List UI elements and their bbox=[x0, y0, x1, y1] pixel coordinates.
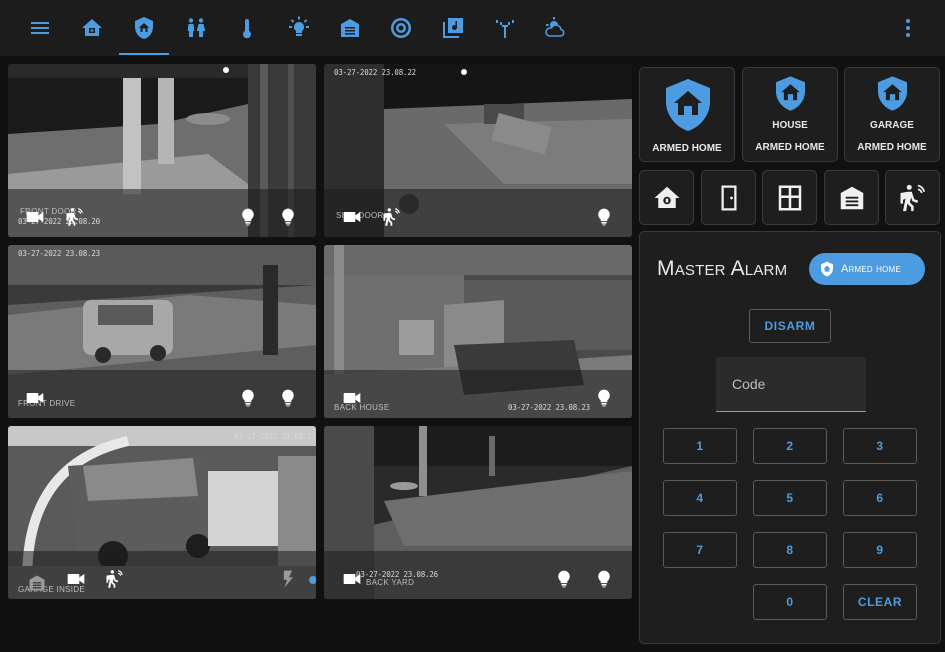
home-alert-icon bbox=[654, 186, 679, 208]
video-camera-icon[interactable] bbox=[25, 388, 45, 408]
lightbulb-icon[interactable] bbox=[284, 12, 314, 44]
garage-button[interactable] bbox=[824, 170, 879, 225]
mode-card-house[interactable]: HOUSE ARMED HOME bbox=[742, 67, 838, 162]
lightbulb-icon[interactable] bbox=[238, 207, 258, 227]
video-camera-icon[interactable] bbox=[342, 388, 362, 408]
motion-sensor-icon bbox=[900, 184, 925, 211]
video-camera-icon[interactable] bbox=[66, 569, 86, 589]
mode-state-label: ARMED HOME bbox=[857, 142, 927, 153]
video-camera-icon[interactable] bbox=[25, 207, 45, 227]
lightbulb-icon[interactable] bbox=[238, 388, 258, 408]
mode-card-armed-home[interactable]: ARMED HOME bbox=[639, 67, 735, 162]
camera-timestamp: 03-27-2022 23.08.23 bbox=[18, 249, 100, 258]
shield-home-icon bbox=[666, 79, 710, 131]
motion-sensor-icon[interactable] bbox=[104, 569, 124, 589]
home-alert-button[interactable] bbox=[639, 170, 694, 225]
alarm-state-text: Armed home bbox=[841, 263, 901, 275]
door-icon bbox=[721, 185, 736, 210]
camera-overlay bbox=[8, 370, 316, 418]
disarm-button[interactable]: DISARM bbox=[749, 309, 831, 343]
mode-title-label: HOUSE bbox=[772, 120, 808, 131]
motion-sensor-icon[interactable] bbox=[381, 207, 401, 227]
camera-timestamp: 03-27-2022 23.08.23 bbox=[508, 403, 590, 412]
alarm-state-badge[interactable]: Armed home bbox=[809, 253, 925, 285]
lightbulb-icon[interactable] bbox=[278, 207, 298, 227]
motion-sensor-icon[interactable] bbox=[64, 207, 84, 227]
shield-home-icon[interactable] bbox=[129, 12, 159, 44]
alarm-panel: Master Alarm Armed home DISARM 1 2 3 4 5… bbox=[639, 231, 941, 644]
keypad-8-button[interactable]: 8 bbox=[753, 532, 827, 568]
keypad-5-button[interactable]: 5 bbox=[753, 480, 827, 516]
home-lock-icon[interactable] bbox=[77, 12, 107, 44]
mode-state-label: ARMED HOME bbox=[755, 142, 825, 153]
top-toolbar bbox=[0, 0, 945, 56]
mode-card-garage[interactable]: GARAGE ARMED HOME bbox=[844, 67, 940, 162]
keypad-1-button[interactable]: 1 bbox=[663, 428, 737, 464]
camera-garage-inside[interactable]: 03-27-2022 23.08.21 GARAGE INSIDE bbox=[8, 426, 316, 599]
camera-name: BACK YARD bbox=[366, 578, 415, 587]
music-library-icon[interactable] bbox=[438, 12, 468, 44]
lightbulb-icon[interactable] bbox=[594, 569, 614, 589]
shield-home-icon bbox=[877, 76, 908, 111]
keypad-3-button[interactable]: 3 bbox=[843, 428, 917, 464]
mode-title-label: GARAGE bbox=[870, 120, 914, 131]
keypad-0-button[interactable]: 0 bbox=[753, 584, 827, 620]
lightbulb-icon[interactable] bbox=[594, 388, 614, 408]
lightbulb-icon[interactable] bbox=[594, 207, 614, 227]
camera-front-drive[interactable]: 03-27-2022 23.08.23 FRONT DRIVE bbox=[8, 245, 316, 418]
keypad-9-button[interactable]: 9 bbox=[843, 532, 917, 568]
sprinkler-icon[interactable] bbox=[386, 12, 416, 44]
camera-back-house[interactable]: BACK HOUSE 03-27-2022 23.08.23 bbox=[324, 245, 632, 418]
shield-home-icon bbox=[821, 261, 833, 277]
active-tab-indicator bbox=[119, 53, 169, 55]
lightbulb-icon[interactable] bbox=[554, 569, 574, 589]
people-icon[interactable] bbox=[181, 12, 211, 44]
garage-icon[interactable] bbox=[335, 12, 365, 44]
window-button[interactable] bbox=[762, 170, 817, 225]
menu-icon[interactable] bbox=[25, 12, 55, 44]
video-camera-icon[interactable] bbox=[342, 207, 362, 227]
camera-timestamp: 03-27-2022 23.08.21 bbox=[234, 432, 316, 441]
flash-icon[interactable] bbox=[278, 569, 298, 589]
camera-timestamp: 03-27-2022 23.08.22 bbox=[334, 68, 416, 77]
more-vertical-icon[interactable] bbox=[893, 12, 923, 44]
shield-home-icon bbox=[775, 76, 806, 111]
thermometer-icon[interactable] bbox=[232, 12, 262, 44]
mode-state-label: ARMED HOME bbox=[652, 143, 722, 154]
camera-side-door[interactable]: 03-27-2022 23.08.22 SIDE DOOR bbox=[324, 64, 632, 237]
camera-back-yard[interactable]: 03-27-2022 23.08.26 BACK YARD bbox=[324, 426, 632, 599]
keypad-6-button[interactable]: 6 bbox=[843, 480, 917, 516]
status-dot bbox=[309, 576, 316, 584]
irrigation-icon[interactable] bbox=[490, 12, 520, 44]
code-field[interactable] bbox=[716, 357, 866, 412]
motion-sensor-button[interactable] bbox=[885, 170, 940, 225]
keypad-2-button[interactable]: 2 bbox=[753, 428, 827, 464]
garage-icon[interactable] bbox=[27, 573, 47, 593]
alarm-title: Master Alarm bbox=[657, 257, 788, 280]
code-input[interactable] bbox=[716, 357, 866, 411]
video-camera-icon[interactable] bbox=[342, 569, 362, 589]
window-icon bbox=[778, 185, 801, 210]
camera-front-door[interactable]: FRONT DOOR 03-27-2022 23.08.20 bbox=[8, 64, 316, 237]
keypad-4-button[interactable]: 4 bbox=[663, 480, 737, 516]
weather-icon[interactable] bbox=[541, 12, 571, 44]
garage-icon bbox=[840, 186, 863, 209]
door-button[interactable] bbox=[701, 170, 756, 225]
keypad-7-button[interactable]: 7 bbox=[663, 532, 737, 568]
keypad-clear-button[interactable]: CLEAR bbox=[843, 584, 917, 620]
lightbulb-icon[interactable] bbox=[278, 388, 298, 408]
